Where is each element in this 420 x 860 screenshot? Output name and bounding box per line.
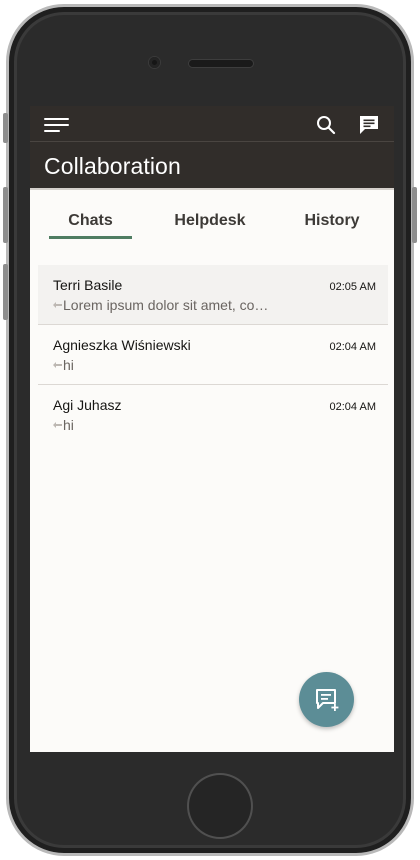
tab-bar: Chats Helpdesk History xyxy=(30,202,394,242)
chat-contact-name: Agi Juhasz xyxy=(53,397,122,413)
top-toolbar xyxy=(30,106,394,142)
reply-arrow-icon xyxy=(53,416,62,428)
side-button-power xyxy=(412,187,417,243)
title-bar: Collaboration xyxy=(30,142,394,190)
search-icon[interactable] xyxy=(316,115,336,135)
page-title: Collaboration xyxy=(44,153,181,179)
chat-timestamp: 02:04 AM xyxy=(329,401,376,413)
side-button-mute xyxy=(3,113,8,143)
chat-preview: hi xyxy=(53,356,283,373)
earpiece-speaker xyxy=(189,60,253,67)
chat-timestamp: 02:04 AM xyxy=(329,341,376,353)
chat-timestamp: 02:05 AM xyxy=(329,281,376,293)
tab-history[interactable]: History xyxy=(292,212,372,230)
front-camera xyxy=(149,57,160,68)
chat-preview-text: hi xyxy=(63,357,74,373)
new-chat-button[interactable] xyxy=(299,672,354,727)
reply-arrow-icon xyxy=(53,356,62,368)
chat-list-item[interactable]: Agi Juhasz 02:04 AM hi xyxy=(38,385,388,445)
chat-contact-name: Terri Basile xyxy=(53,277,123,293)
new-chat-icon xyxy=(316,689,339,711)
chat-list-item[interactable]: Agnieszka Wiśniewski 02:04 AM hi xyxy=(38,325,388,385)
home-button[interactable] xyxy=(189,775,251,837)
tab-helpdesk[interactable]: Helpdesk xyxy=(164,212,256,230)
active-tab-indicator xyxy=(49,236,132,239)
side-button-volume-up xyxy=(3,187,8,243)
chat-preview: Lorem ipsum dolor sit amet, co… xyxy=(53,296,283,313)
side-button-volume-down xyxy=(3,264,8,320)
hamburger-menu-icon[interactable] xyxy=(44,117,70,133)
chat-preview: hi xyxy=(53,416,283,433)
app-screen: Collaboration Chats Helpdesk History Ter… xyxy=(30,106,394,752)
tab-chats[interactable]: Chats xyxy=(49,212,132,230)
chat-contact-name: Agnieszka Wiśniewski xyxy=(53,337,191,353)
chat-list: Terri Basile 02:05 AM Lorem ipsum dolor … xyxy=(38,265,388,445)
chat-preview-text: hi xyxy=(63,417,74,433)
reply-arrow-icon xyxy=(53,296,62,308)
chat-preview-text: Lorem ipsum dolor sit amet, co… xyxy=(63,297,269,313)
chat-bubble-icon[interactable] xyxy=(358,114,380,136)
chat-list-item[interactable]: Terri Basile 02:05 AM Lorem ipsum dolor … xyxy=(38,265,388,325)
